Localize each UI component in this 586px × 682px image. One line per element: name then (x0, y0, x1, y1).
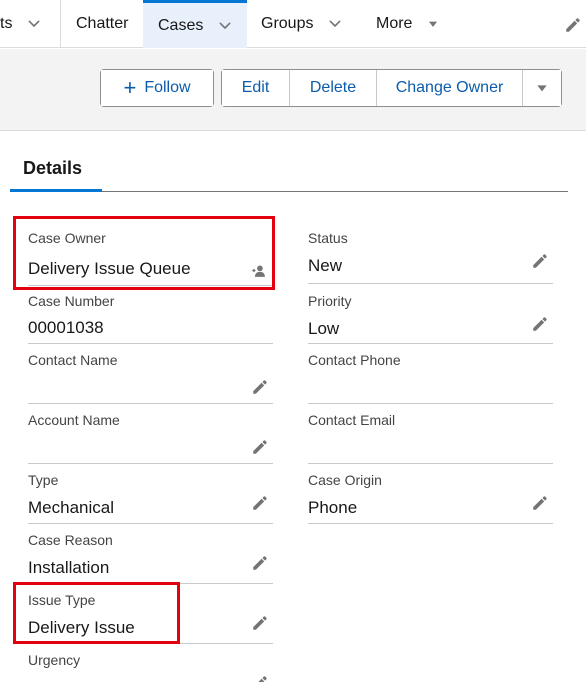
field-case-number: Case Number 00001038 (28, 293, 273, 344)
pencil-icon[interactable] (251, 378, 269, 396)
field-contact-phone: Contact Phone (308, 352, 553, 404)
field-value: New (308, 256, 343, 275)
nav-tab-more[interactable]: More (376, 0, 456, 48)
field-label: Priority (308, 293, 352, 309)
chevron-down-icon[interactable] (26, 16, 42, 32)
record-header: + Follow Edit Delete Change Owner (0, 49, 586, 131)
field-label: Contact Phone (308, 352, 401, 368)
nav-tab-accounts[interactable]: ts (0, 0, 60, 48)
nav-tab-label: ts (0, 15, 13, 32)
edit-nav-pencil-icon[interactable] (564, 16, 582, 34)
field-contact-name: Contact Name (28, 352, 273, 404)
pencil-icon[interactable] (531, 315, 549, 333)
top-nav: ts Chatter Cases Groups More (0, 0, 586, 48)
field-contact-email: Contact Email (308, 412, 553, 464)
change-owner-button[interactable]: Change Owner (377, 70, 523, 106)
field-status: Status New (308, 230, 553, 284)
nav-divider (60, 0, 61, 48)
tab-active-indicator (10, 189, 102, 192)
pencil-icon[interactable] (531, 494, 549, 512)
tab-divider (102, 191, 568, 192)
field-value: 00001038 (28, 318, 104, 337)
delete-label: Delete (309, 79, 357, 96)
nav-tab-cases[interactable]: Cases (143, 0, 247, 48)
field-account-name: Account Name (28, 412, 273, 464)
field-label: Status (308, 230, 348, 246)
field-label: Urgency (28, 652, 81, 668)
chevron-down-icon[interactable] (217, 18, 233, 34)
field-label: Contact Email (308, 412, 396, 428)
field-label: Case Reason (28, 532, 113, 548)
change-owner-label: Change Owner (395, 79, 504, 96)
follow-label: Follow (144, 79, 191, 96)
pencil-icon[interactable] (251, 494, 269, 512)
field-value: Low (308, 319, 340, 338)
pencil-icon[interactable] (251, 674, 269, 682)
field-priority: Priority Low (308, 293, 553, 344)
field-label: Account Name (28, 412, 120, 428)
nav-tab-groups[interactable]: Groups (261, 0, 361, 48)
caret-down-icon (534, 80, 550, 96)
field-label: Case Origin (308, 472, 382, 488)
field-value: Phone (308, 498, 358, 517)
field-label: Type (28, 472, 59, 488)
record-actions-group: Edit Delete Change Owner (221, 69, 562, 107)
field-value: Mechanical (28, 498, 114, 517)
nav-tab-label: Cases (158, 16, 204, 34)
highlight-case-owner (13, 216, 275, 290)
nav-tab-label: More (376, 15, 413, 32)
caret-down-icon[interactable] (426, 17, 440, 31)
nav-tab-chatter[interactable]: Chatter (76, 0, 142, 48)
field-label: Case Number (28, 293, 115, 309)
pencil-icon[interactable] (251, 554, 269, 572)
field-case-reason: Case Reason Installation (28, 532, 273, 584)
edit-label: Edit (241, 79, 270, 96)
field-type: Type Mechanical (28, 472, 273, 524)
edit-button[interactable]: Edit (222, 70, 290, 106)
chevron-down-icon[interactable] (327, 16, 343, 32)
more-actions-button[interactable] (523, 70, 561, 106)
pencil-icon[interactable] (251, 614, 269, 632)
pencil-icon[interactable] (251, 438, 269, 456)
field-urgency: Urgency (28, 652, 273, 682)
field-label: Contact Name (28, 352, 118, 368)
delete-button[interactable]: Delete (290, 70, 377, 106)
follow-button[interactable]: + Follow (101, 70, 213, 106)
highlight-issue-type (13, 582, 180, 644)
tab-details[interactable]: Details (10, 148, 102, 192)
plus-icon: + (123, 75, 137, 100)
field-value: Installation (28, 558, 110, 577)
tab-details-label: Details (23, 158, 83, 178)
nav-tab-label: Chatter (76, 15, 129, 32)
follow-button-group: + Follow (100, 69, 214, 107)
pencil-icon[interactable] (531, 252, 549, 270)
field-case-origin: Case Origin Phone (308, 472, 553, 524)
nav-tab-label: Groups (261, 15, 314, 32)
